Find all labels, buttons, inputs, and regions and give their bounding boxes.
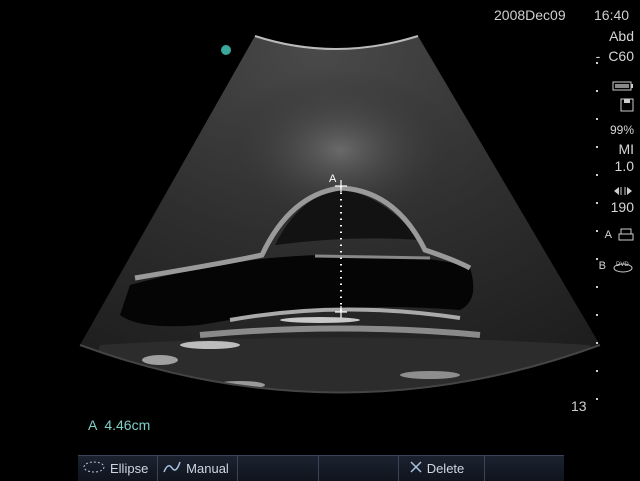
measurement-readout: A 4.46cm xyxy=(88,417,151,433)
dvd-icon: DVD xyxy=(613,262,633,273)
date-label: 2008Dec09 xyxy=(494,7,566,23)
depth-label: 13 xyxy=(571,398,587,414)
dvd-status: B DVD xyxy=(599,258,634,274)
manual-trace-icon xyxy=(162,460,182,477)
ellipse-icon xyxy=(82,460,106,477)
mi-value: 1.0 xyxy=(614,158,634,174)
disk-icon xyxy=(620,98,634,115)
delete-button[interactable]: Delete xyxy=(399,456,485,481)
time-label: 16:40 xyxy=(594,7,630,23)
ellipse-button[interactable]: Ellipse xyxy=(78,456,159,481)
softkey-3[interactable] xyxy=(238,456,319,481)
softkey-bar: Ellipse Manual Delete xyxy=(78,455,564,481)
printer-status: A xyxy=(605,227,634,243)
ultrasound-image: A xyxy=(79,35,601,394)
mi-label: MI xyxy=(618,141,634,157)
exam-label: Abd xyxy=(609,28,634,44)
battery-icon xyxy=(612,78,634,94)
softkey-4[interactable] xyxy=(319,456,399,481)
softkey-6[interactable] xyxy=(485,456,564,481)
orientation-marker xyxy=(221,45,231,55)
battery-percent: 99% xyxy=(609,123,634,137)
gain-value: 190 xyxy=(610,199,634,215)
depth-scale xyxy=(593,62,603,402)
svg-text:DVD: DVD xyxy=(616,262,629,268)
caliper-label: A xyxy=(329,173,337,185)
manual-trace-button[interactable]: Manual xyxy=(158,456,239,481)
delete-x-icon xyxy=(409,460,423,477)
printer-icon xyxy=(618,228,634,241)
gain-icon xyxy=(612,183,634,199)
